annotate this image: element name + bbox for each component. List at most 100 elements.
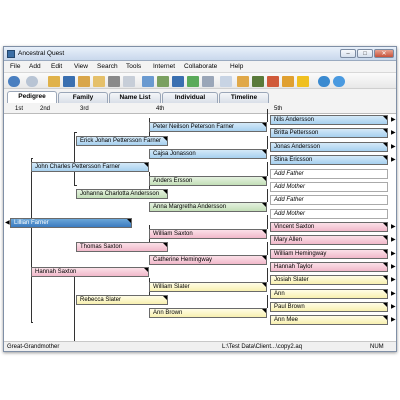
menu-add[interactable]: Add bbox=[29, 63, 41, 70]
person-box[interactable]: Mary Allen bbox=[270, 235, 388, 245]
expand-arrow[interactable]: ▶ bbox=[391, 142, 396, 152]
person-box[interactable]: Ann Mee bbox=[270, 315, 388, 325]
back-icon[interactable] bbox=[8, 76, 20, 87]
menu-collaborate[interactable]: Collaborate bbox=[184, 63, 217, 70]
person-box[interactable]: Vincent Saxton bbox=[270, 222, 388, 232]
person-box[interactable]: Jonas Andersson bbox=[270, 142, 388, 152]
expand-arrow[interactable]: ▶ bbox=[391, 155, 396, 165]
family-icon[interactable] bbox=[93, 76, 105, 87]
person-name: Ann Mee bbox=[274, 317, 299, 323]
scrapbook-icon[interactable] bbox=[157, 76, 169, 87]
tab-timeline[interactable]: Timeline bbox=[219, 92, 269, 103]
add-mother-button[interactable]: Add Mother bbox=[270, 182, 388, 192]
expand-arrow[interactable]: ▶ bbox=[391, 302, 396, 312]
menu-file[interactable]: File bbox=[10, 63, 20, 70]
expand-arrow[interactable]: ▶ bbox=[391, 315, 396, 325]
person-box[interactable]: Hannah Taylor bbox=[270, 262, 388, 272]
close-button[interactable]: ✕ bbox=[374, 49, 394, 58]
person-name: Add Mother bbox=[274, 184, 306, 190]
person-box[interactable]: Paul Brown bbox=[270, 302, 388, 312]
person-box[interactable]: Josiah Slater bbox=[270, 275, 388, 285]
person-box[interactable]: Johanna Charlotta Andersson bbox=[76, 189, 168, 199]
person-name: Jonas Andersson bbox=[274, 144, 321, 150]
person-name: Thomas Saxton bbox=[80, 244, 123, 250]
generation-label: 5th bbox=[274, 106, 283, 112]
expand-arrow[interactable]: ▶ bbox=[391, 262, 396, 272]
person-name: Peter Neilson Peterson Farner bbox=[153, 124, 235, 130]
descendants-icon[interactable] bbox=[252, 76, 264, 87]
tab-individual[interactable]: Individual bbox=[162, 92, 218, 103]
warning-icon[interactable] bbox=[297, 76, 309, 87]
person-name: Erick Johan Pettersson Farner bbox=[80, 138, 162, 144]
expand-arrow[interactable]: ▶ bbox=[391, 249, 396, 259]
maximize-button[interactable]: □ bbox=[357, 49, 373, 58]
menu-internet[interactable]: Internet bbox=[153, 63, 175, 70]
status-file-path: L:\Test Data\Client...\copy2.aq bbox=[222, 344, 303, 350]
chart-icon[interactable] bbox=[187, 76, 199, 87]
search-person-icon[interactable] bbox=[142, 76, 154, 87]
expand-arrow[interactable]: ▶ bbox=[391, 275, 396, 285]
person-box[interactable]: Anna Margretha Andersson bbox=[149, 202, 267, 212]
menu-view[interactable]: View bbox=[74, 63, 88, 70]
person-box[interactable]: Ann bbox=[270, 289, 388, 299]
expand-arrow[interactable]: ▶ bbox=[391, 128, 396, 138]
person-box[interactable]: Ann Brown bbox=[149, 308, 267, 318]
person-box-selected[interactable]: Lillian Farner bbox=[10, 218, 132, 228]
print-icon[interactable] bbox=[108, 76, 120, 87]
status-num-lock: NUM bbox=[370, 344, 384, 350]
person-name: Cajsa Jonasson bbox=[153, 151, 196, 157]
forward-icon[interactable] bbox=[26, 76, 38, 87]
person-box[interactable]: William Slater bbox=[149, 282, 267, 292]
menu-help[interactable]: Help bbox=[230, 63, 243, 70]
person-box[interactable]: Peter Neilson Peterson Farner bbox=[149, 122, 267, 132]
person-box-mother[interactable]: Hannah Saxton bbox=[31, 267, 149, 277]
generation-label: 2nd bbox=[40, 106, 51, 112]
open-folder-icon[interactable] bbox=[48, 76, 60, 87]
tools-icon[interactable] bbox=[267, 76, 279, 87]
person-box[interactable]: Cajsa Jonasson bbox=[149, 149, 267, 159]
menu-search[interactable]: Search bbox=[97, 63, 118, 70]
person-box[interactable]: William Saxton bbox=[149, 229, 267, 239]
menu-edit[interactable]: Edit bbox=[51, 63, 62, 70]
tab-name-list[interactable]: Name List bbox=[109, 92, 161, 103]
add-father-button[interactable]: Add Father bbox=[270, 169, 388, 179]
person-box[interactable]: Erick Johan Pettersson Farner bbox=[76, 136, 168, 146]
notes-icon[interactable] bbox=[202, 76, 214, 87]
generation-label: 3rd bbox=[80, 106, 89, 112]
save-icon[interactable] bbox=[63, 76, 75, 87]
pedigree-tree-icon[interactable] bbox=[237, 76, 249, 87]
person-box-father[interactable]: John Charles Pettersson Farner bbox=[31, 162, 149, 172]
minimize-button[interactable]: – bbox=[340, 49, 356, 58]
expand-arrow[interactable]: ▶ bbox=[391, 235, 396, 245]
expand-arrow[interactable]: ▶ bbox=[391, 289, 396, 299]
report-icon[interactable] bbox=[123, 76, 135, 87]
add-mother-button[interactable]: Add Mother bbox=[270, 209, 388, 219]
person-box[interactable]: Britta Pettersson bbox=[270, 128, 388, 138]
add-father-button[interactable]: Add Father bbox=[270, 195, 388, 205]
person-name: Johanna Charlotta Andersson bbox=[80, 191, 160, 197]
person-box[interactable]: Thomas Saxton bbox=[76, 242, 168, 252]
person-box[interactable]: Stina Ericsson bbox=[270, 155, 388, 165]
title-bar: Ancestral Quest – □ ✕ bbox=[4, 47, 396, 61]
person-name: William Hemingway bbox=[274, 251, 327, 257]
expand-arrow[interactable]: ▶ bbox=[391, 115, 396, 125]
menu-tools[interactable]: Tools bbox=[126, 63, 141, 70]
tab-family[interactable]: Family bbox=[58, 92, 108, 103]
tab-pedigree[interactable]: Pedigree bbox=[7, 91, 57, 103]
expand-arrow[interactable]: ▶ bbox=[391, 222, 396, 232]
globe-icon[interactable] bbox=[318, 76, 330, 87]
help-icon[interactable] bbox=[333, 76, 345, 87]
calendar-icon[interactable] bbox=[220, 76, 232, 87]
person-box[interactable]: Catherine Hemingway bbox=[149, 255, 267, 265]
person-name: Catherine Hemingway bbox=[153, 257, 213, 263]
status-bar: Great-Grandmother L:\Test Data\Client...… bbox=[4, 341, 396, 351]
person-box[interactable]: Rebecca Slater bbox=[76, 295, 168, 305]
person-name: Stina Ericsson bbox=[274, 157, 313, 163]
person-box[interactable]: William Hemingway bbox=[270, 249, 388, 259]
home-icon[interactable] bbox=[282, 76, 294, 87]
person-box[interactable]: Nils Andersson bbox=[270, 115, 388, 125]
person-box[interactable]: Anders Ersson bbox=[149, 176, 267, 186]
navigate-icon[interactable] bbox=[78, 76, 90, 87]
camera-icon[interactable] bbox=[172, 76, 184, 87]
person-name: Lillian Farner bbox=[14, 220, 49, 226]
